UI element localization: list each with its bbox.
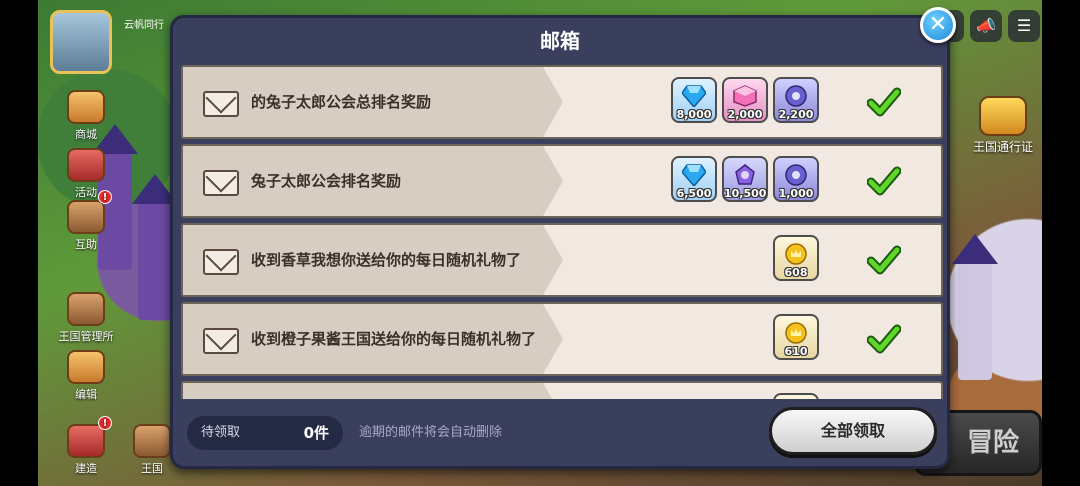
notification-badge: ! (98, 190, 112, 204)
mail-item[interactable]: 的兔子太郎公会总排名奖励 8,000 2,000 2,200 (181, 65, 943, 139)
close-button[interactable]: ✕ (920, 7, 956, 43)
mail-list[interactable]: 的兔子太郎公会总排名奖励 8,000 2,000 2,200 兔子太郎公会排名奖… (181, 65, 943, 399)
reward-item[interactable]: 1,000 (773, 156, 819, 202)
menu-icon[interactable]: ☰ (1008, 10, 1040, 42)
crystal-icon (682, 164, 706, 186)
reward-item[interactable]: 8,000 (671, 77, 717, 123)
reward-quantity: 2,000 (727, 108, 763, 121)
reward-quantity: 8,000 (676, 108, 712, 121)
close-icon: ✕ (928, 12, 948, 37)
handshake-icon (67, 200, 105, 234)
coin-icon (785, 243, 807, 265)
avatar[interactable] (50, 10, 112, 74)
kingdom-pass-button[interactable]: 王国通行证 (970, 96, 1036, 155)
reward-item[interactable]: 2,000 (722, 77, 768, 123)
help-label: 互助 (75, 238, 97, 251)
megaphone-icon[interactable]: 📣 (970, 10, 1002, 42)
profile-name: 云帆同行 (124, 20, 164, 31)
shop-button[interactable]: 商城 (56, 90, 116, 142)
gift-icon (67, 148, 105, 182)
kingdom-icon (133, 424, 171, 458)
help-button[interactable]: 互助 ! (56, 190, 116, 252)
crystal-icon (682, 85, 706, 107)
claim-all-button[interactable]: 全部领取 (769, 407, 937, 455)
kingdom-management-label: 王国管理所 (58, 330, 114, 343)
kingdom-management-icon (67, 292, 105, 326)
gear-token-icon (785, 164, 807, 186)
edit-icon (67, 350, 105, 384)
mail-subject: 收到香草我想你送给你的每日随机礼物了 (251, 251, 522, 269)
left-hud: 云帆同行 商城 活动 互助 ! 王国管理所 编辑 建造 ! 王国 (38, 0, 171, 486)
kingdom-management-button[interactable]: 王国管理所 (46, 292, 126, 344)
reward-quantity: 2,200 (778, 108, 814, 121)
claim-all-label: 全部领取 (820, 421, 885, 440)
reward-quantity: 608 (784, 266, 808, 279)
adventure-label: 冒险 (966, 428, 1019, 458)
mail-banner (183, 383, 563, 399)
envelope-icon (203, 328, 239, 354)
mailbox-dialog: 邮箱 的兔子太郎公会总排名奖励 8,000 2,000 2,200 兔子太郎公会… (170, 15, 950, 469)
reward-item[interactable]: 2,200 (773, 77, 819, 123)
build-label: 建造 (75, 462, 97, 475)
checkmark-icon (867, 245, 901, 275)
reward-quantity: 6,500 (676, 187, 712, 200)
mail-subject: 的兔子太郎公会总排名奖励 (251, 93, 432, 111)
edit-button[interactable]: 编辑 (56, 350, 116, 402)
build-icon (67, 424, 105, 458)
pending-counter: 待领取 0件 (187, 416, 343, 450)
magic-orb-icon (735, 164, 755, 185)
pending-count: 0件 (303, 424, 329, 442)
auto-delete-note: 逾期的邮件将会自动删除 (359, 425, 503, 440)
shop-icon (67, 90, 105, 124)
reward-quantity: 10,500 (724, 187, 767, 200)
reward-item[interactable]: 610 (773, 314, 819, 360)
edit-label: 编辑 (75, 388, 97, 401)
envelope-icon (203, 170, 239, 196)
checkmark-icon (867, 324, 901, 354)
dialog-title: 邮箱 (540, 29, 580, 53)
kingdom-pass-label: 王国通行证 (972, 140, 1033, 154)
cube-icon (733, 85, 757, 107)
mail-item[interactable]: 收到香草我想你送给你的每日随机礼物了 608 (181, 223, 943, 297)
build-button[interactable]: 建造 ! (56, 416, 116, 476)
envelope-icon (203, 249, 239, 275)
reward-quantity: 610 (784, 345, 808, 358)
mail-item[interactable]: 兔子太郎公会排名奖励 6,500 10,500 1,000 (181, 144, 943, 218)
events-label: 活动 (75, 186, 97, 199)
mail-subject: 兔子太郎公会排名奖励 (251, 172, 402, 190)
checkmark-icon (867, 166, 901, 196)
checkmark-icon (867, 87, 901, 117)
reward-item[interactable] (773, 393, 819, 399)
pending-label: 待领取 (201, 425, 241, 440)
crown-wings-icon (979, 96, 1027, 136)
mailbox-footer: 待领取 0件 逾期的邮件将会自动删除 全部领取 (173, 402, 947, 466)
reward-item[interactable]: 608 (773, 235, 819, 281)
envelope-icon (203, 91, 239, 117)
notification-badge: ! (98, 416, 112, 430)
mail-subject: 收到橙子果酱王国送给你的每日随机礼物了 (251, 330, 537, 348)
reward-item[interactable]: 10,500 (722, 156, 768, 202)
coin-icon (785, 322, 807, 344)
kingdom-label: 王国 (141, 462, 163, 475)
gear-token-icon (785, 85, 807, 107)
reward-item[interactable]: 6,500 (671, 156, 717, 202)
shop-label: 商城 (75, 128, 97, 141)
mail-item[interactable] (181, 381, 943, 399)
reward-quantity: 1,000 (778, 187, 814, 200)
mail-item[interactable]: 收到橙子果酱王国送给你的每日随机礼物了 610 (181, 302, 943, 376)
